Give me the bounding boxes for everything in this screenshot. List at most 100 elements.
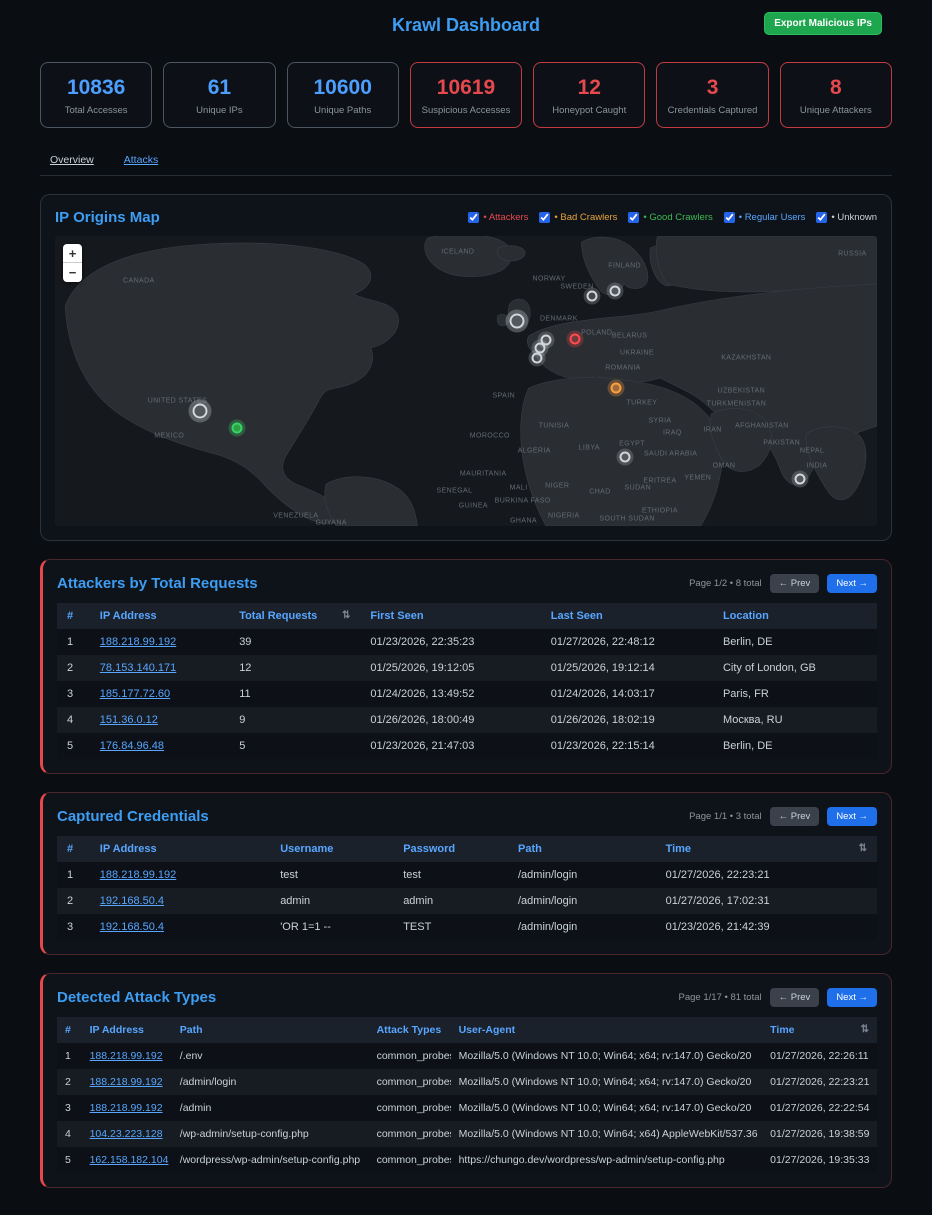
stat-value: 10836 <box>45 76 147 100</box>
ip-link[interactable]: 192.168.50.4 <box>100 895 164 907</box>
cell-last-seen: 01/27/2026, 22:48:12 <box>541 629 713 655</box>
map-marker-unknown[interactable] <box>192 403 207 418</box>
cell-num: 1 <box>57 1043 82 1069</box>
cell-user-agent: Mozilla/5.0 (Windows NT 10.0; Win64; x64… <box>451 1069 763 1095</box>
map-panel-title: IP Origins Map <box>55 209 160 226</box>
stat-label: Unique IPs <box>168 105 270 116</box>
map-marker-unknown[interactable] <box>619 451 630 462</box>
map-marker-unknown[interactable] <box>609 286 620 297</box>
sort-icon[interactable]: ⇅ <box>859 843 867 854</box>
ip-link[interactable]: 188.218.99.192 <box>90 1076 163 1088</box>
cell-time: 01/27/2026, 22:22:54 <box>762 1095 877 1121</box>
cell-location: City of London, GB <box>713 655 877 681</box>
cell-ip-address: 188.218.99.192 <box>82 1069 172 1095</box>
zoom-in-button[interactable]: + <box>63 244 82 263</box>
table-row: 5162.158.182.104/wordpress/wp-admin/setu… <box>57 1147 877 1173</box>
next-button[interactable]: Next → <box>827 574 877 593</box>
sort-icon[interactable]: ⇅ <box>342 610 350 621</box>
page-info: Page 1/1 • 3 total <box>689 811 762 822</box>
cell-total-requests: 5 <box>229 733 360 759</box>
table-row: 4104.23.223.128/wp-admin/setup-config.ph… <box>57 1121 877 1147</box>
credentials-pagination: Page 1/1 • 3 total ← Prev Next → <box>689 807 877 826</box>
cell-ip-address: 162.158.182.104 <box>82 1147 172 1173</box>
column-header-time[interactable]: Time⇅ <box>762 1017 877 1043</box>
prev-button[interactable]: ← Prev <box>770 988 820 1007</box>
map-marker-unknown[interactable] <box>531 353 542 364</box>
cell-ip-address: 188.218.99.192 <box>82 1043 172 1069</box>
map-markers <box>55 236 877 526</box>
cell-path: /.env <box>172 1043 369 1069</box>
table-row: 2188.218.99.192/admin/logincommon_probes… <box>57 1069 877 1095</box>
column-header-time[interactable]: Time⇅ <box>656 836 877 862</box>
map-marker-good[interactable] <box>232 422 243 433</box>
cell-location: Berlin, DE <box>713 629 877 655</box>
legend-checkbox-attackers[interactable] <box>468 212 479 223</box>
stats-row: 10836Total Accesses61Unique IPs10600Uniq… <box>40 62 892 128</box>
ip-link[interactable]: 185.177.72.60 <box>100 688 170 700</box>
stat-value: 12 <box>538 76 640 100</box>
sort-icon[interactable]: ⇅ <box>861 1024 869 1035</box>
credentials-panel: Captured Credentials Page 1/1 • 3 total … <box>40 792 892 955</box>
map-marker-unknown[interactable] <box>794 474 805 485</box>
stat-value: 10619 <box>415 76 517 100</box>
table-row: 3188.218.99.192/admincommon_probesMozill… <box>57 1095 877 1121</box>
world-map[interactable]: CANADAICELANDRUSSIANORWAYSWEDENFINLANDUN… <box>55 236 877 526</box>
map-marker-attacker[interactable] <box>570 333 581 344</box>
map-marker-bad[interactable] <box>611 382 622 393</box>
cell-attack-types: common_probes <box>369 1147 451 1173</box>
next-button[interactable]: Next → <box>827 807 877 826</box>
ip-link[interactable]: 188.218.99.192 <box>100 636 176 648</box>
stat-card-suspicious-accesses: 10619Suspicious Accesses <box>410 62 522 128</box>
column-header-num: # <box>57 1017 82 1043</box>
dashboard-container: Krawl Dashboard Export Malicious IPs 108… <box>40 0 892 1188</box>
cell-time: 01/27/2026, 22:26:11 <box>762 1043 877 1069</box>
column-header-password: Password <box>393 836 508 862</box>
attackers-panel: Attackers by Total Requests Page 1/2 • 8… <box>40 559 892 774</box>
stat-value: 8 <box>785 76 887 100</box>
stat-label: Credentials Captured <box>661 105 763 116</box>
cell-time: 01/27/2026, 22:23:21 <box>656 862 877 888</box>
ip-link[interactable]: 188.218.99.192 <box>90 1102 163 1114</box>
ip-link[interactable]: 188.218.99.192 <box>100 869 176 881</box>
cell-first-seen: 01/24/2026, 13:49:52 <box>360 681 540 707</box>
cell-first-seen: 01/23/2026, 22:35:23 <box>360 629 540 655</box>
attack-types-panel: Detected Attack Types Page 1/17 • 81 tot… <box>40 973 892 1188</box>
legend-checkbox-bad-crawlers[interactable] <box>539 212 550 223</box>
prev-button[interactable]: ← Prev <box>770 807 820 826</box>
ip-link[interactable]: 192.168.50.4 <box>100 921 164 933</box>
cell-num: 1 <box>57 862 90 888</box>
map-marker-unknown[interactable] <box>586 291 597 302</box>
cell-time: 01/27/2026, 17:02:31 <box>656 888 877 914</box>
column-header-num: # <box>57 603 90 629</box>
export-malicious-ips-button[interactable]: Export Malicious IPs <box>764 12 882 35</box>
tab-attacks[interactable]: Attacks <box>124 154 158 166</box>
legend-checkbox-good-crawlers[interactable] <box>628 212 639 223</box>
cell-total-requests: 11 <box>229 681 360 707</box>
column-header-total-requests[interactable]: Total Requests⇅ <box>229 603 360 629</box>
cell-last-seen: 01/23/2026, 22:15:14 <box>541 733 713 759</box>
ip-link[interactable]: 162.158.182.104 <box>90 1154 169 1166</box>
table-row: 1188.218.99.1923901/23/2026, 22:35:2301/… <box>57 629 877 655</box>
next-button[interactable]: Next → <box>827 988 877 1007</box>
tab-overview[interactable]: Overview <box>50 154 94 166</box>
cell-num: 4 <box>57 1121 82 1147</box>
zoom-out-button[interactable]: − <box>63 263 82 282</box>
ip-link[interactable]: 104.23.223.128 <box>90 1128 163 1140</box>
legend-checkbox-regular-users[interactable] <box>724 212 735 223</box>
attackers-panel-header: Attackers by Total Requests Page 1/2 • 8… <box>57 574 877 593</box>
ip-link[interactable]: 188.218.99.192 <box>90 1050 163 1062</box>
table-row: 3185.177.72.601101/24/2026, 13:49:5201/2… <box>57 681 877 707</box>
legend-item-bad-crawlers: • Bad Crawlers <box>539 212 617 223</box>
legend-label: • Unknown <box>831 212 877 223</box>
map-marker-unknown[interactable] <box>509 313 524 328</box>
stat-label: Unique Paths <box>292 105 394 116</box>
cell-total-requests: 12 <box>229 655 360 681</box>
ip-link[interactable]: 176.84.96.48 <box>100 740 164 752</box>
stat-value: 3 <box>661 76 763 100</box>
cell-attack-types: common_probes <box>369 1069 451 1095</box>
ip-link[interactable]: 78.153.140.171 <box>100 662 176 674</box>
ip-link[interactable]: 151.36.0.12 <box>100 714 158 726</box>
prev-button[interactable]: ← Prev <box>770 574 820 593</box>
stat-card-total-accesses: 10836Total Accesses <box>40 62 152 128</box>
legend-checkbox-unknown[interactable] <box>816 212 827 223</box>
